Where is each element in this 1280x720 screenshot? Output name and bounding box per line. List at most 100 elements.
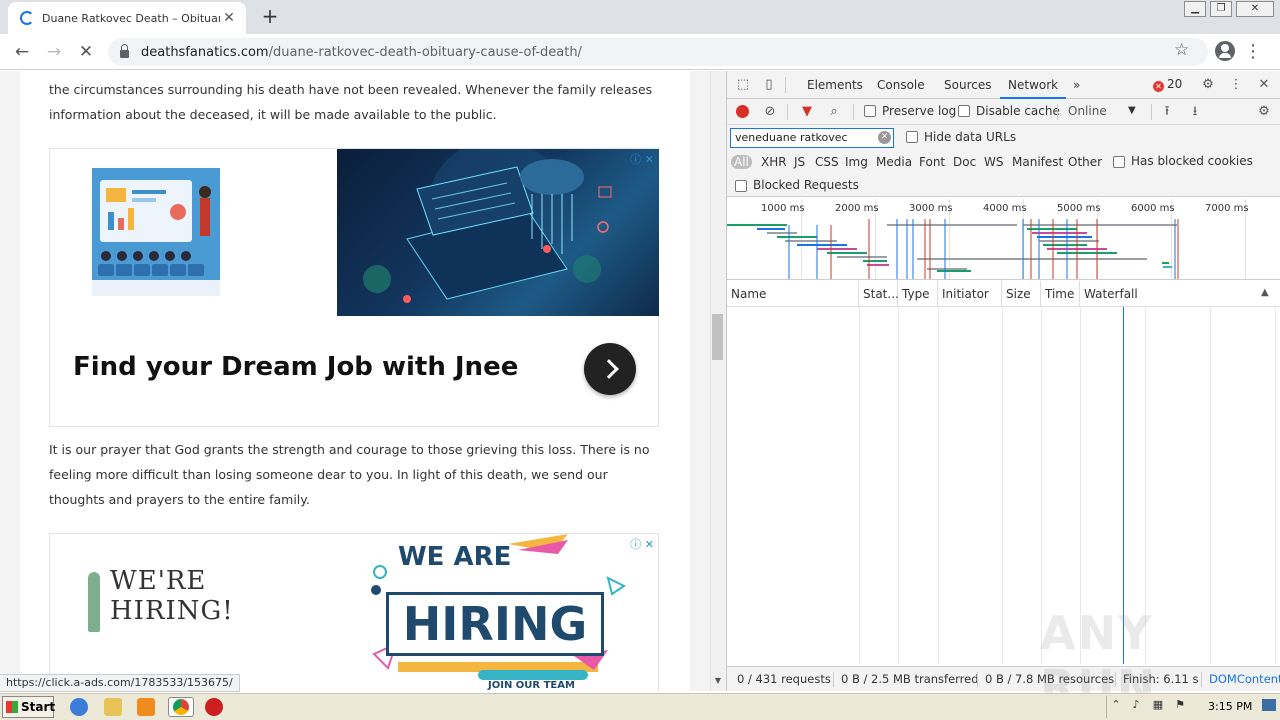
network-icon[interactable]: ▦	[1152, 699, 1164, 711]
filter-type-js[interactable]: JS	[794, 155, 805, 169]
transferred-size: 0 B / 2.5 MB transferred	[841, 672, 979, 686]
show-desktop-icon[interactable]	[1262, 699, 1276, 711]
network-settings-gear-icon[interactable]: ⚙	[1256, 104, 1272, 120]
job-ad-banner[interactable]: ⓘ ✕ Find your Dream Job with Jnee	[49, 148, 659, 427]
opera-icon[interactable]	[205, 698, 223, 716]
internet-explorer-icon[interactable]	[70, 698, 88, 716]
request-bars-graphic	[727, 219, 1179, 279]
throttle-dropdown-icon[interactable]: ▼	[1128, 105, 1136, 116]
more-tabs-chevron-icon[interactable]: »	[1065, 71, 1088, 99]
disable-cache-label: Disable cache	[976, 104, 1060, 118]
ad-next-arrow-button[interactable]	[584, 343, 636, 395]
adchoices-icon[interactable]: ⓘ ✕	[630, 151, 654, 167]
back-button[interactable]: ←	[10, 40, 34, 64]
tab-sources[interactable]: Sources	[936, 71, 999, 99]
restore-button[interactable]: ❐	[1210, 1, 1232, 17]
column-header-waterfall[interactable]: Waterfall	[1080, 281, 1280, 307]
tab-title: Duane Ratkovec Death – Obituary, C	[42, 11, 220, 25]
forward-button[interactable]: →	[42, 40, 66, 64]
filter-type-doc[interactable]: Doc	[953, 155, 976, 169]
browser-menu-icon[interactable]: ⋮	[1244, 40, 1262, 64]
filter-type-manifest[interactable]: Manifest	[1012, 155, 1063, 169]
throttle-select[interactable]: Online	[1068, 104, 1107, 118]
taskbar-clock[interactable]: 3:15 PM	[1208, 700, 1252, 713]
page-scrollbar[interactable]	[710, 71, 726, 691]
browser-tab[interactable]: Duane Ratkovec Death – Obituary, C ✕	[8, 2, 246, 34]
windows-taskbar: Start ⌃ ♪ ▦ ⚑ 3:15 PM	[0, 693, 1280, 720]
sort-ascending-icon[interactable]: ▲	[1261, 287, 1269, 298]
network-overview-timeline[interactable]: 1000 ms 2000 ms 3000 ms 4000 ms 5000 ms …	[727, 199, 1280, 280]
join-our-team-text: JOIN OUR TEAM	[488, 680, 575, 691]
tab-strip: Duane Ratkovec Death – Obituary, C ✕ + ▁…	[0, 0, 1280, 34]
inspect-element-icon[interactable]: ⬚	[735, 77, 751, 93]
filter-type-other[interactable]: Other	[1068, 155, 1102, 169]
page-scrollbar-thumb[interactable]	[712, 314, 723, 360]
chrome-icon	[173, 699, 189, 715]
link-status-bubble: https://click.a-ads.com/1783533/153675/	[0, 674, 240, 692]
tab-close-icon[interactable]: ✕	[220, 10, 238, 26]
has-blocked-cookies-checkbox[interactable]	[1113, 156, 1125, 168]
search-icon[interactable]: ⌕	[826, 104, 842, 120]
adchoices-icon[interactable]: ⓘ ✕	[630, 536, 654, 552]
volume-icon[interactable]: ♪	[1130, 699, 1142, 711]
export-har-icon[interactable]: ⭳	[1187, 104, 1203, 120]
import-har-icon[interactable]: ⭱	[1159, 104, 1175, 120]
media-player-icon[interactable]	[137, 698, 155, 716]
column-header-time[interactable]: Time	[1041, 281, 1080, 307]
tab-console[interactable]: Console	[869, 71, 933, 99]
device-toolbar-icon[interactable]: ▯	[761, 77, 777, 93]
settings-gear-icon[interactable]: ⚙	[1200, 77, 1216, 93]
new-tab-button[interactable]: +	[258, 5, 282, 29]
filter-type-media[interactable]: Media	[876, 155, 912, 169]
were-text: WE'RE	[110, 566, 207, 596]
chrome-taskbar-button[interactable]	[168, 697, 194, 717]
filter-type-all[interactable]: All	[731, 155, 752, 169]
filter-funnel-icon[interactable]: ▼	[799, 104, 815, 120]
divider	[977, 672, 978, 687]
disable-cache-checkbox[interactable]	[958, 105, 970, 117]
devtools-close-icon[interactable]: ✕	[1256, 77, 1272, 93]
minimize-button[interactable]: ▁	[1184, 1, 1206, 17]
blocked-requests-checkbox[interactable]	[735, 180, 747, 192]
we-are-hiring-graphic: WE ARE HIRING JOIN OUR TEAM	[368, 534, 630, 691]
filter-type-css[interactable]: CSS	[815, 155, 839, 169]
requests-count: 0 / 431 requests	[737, 672, 831, 686]
filter-type-font[interactable]: Font	[919, 155, 945, 169]
article-paragraph: the circumstances surrounding his death …	[49, 82, 653, 122]
window-close-button[interactable]: ✕	[1236, 1, 1274, 17]
column-header-name[interactable]: Name	[727, 281, 859, 307]
record-button[interactable]	[736, 105, 749, 118]
article-paragraph: It is our prayer that God grants the str…	[49, 442, 650, 507]
stop-loading-button[interactable]: ✕	[74, 40, 98, 64]
tab-network[interactable]: Network	[1000, 71, 1067, 99]
column-header-initiator[interactable]: Initiator	[938, 281, 1002, 307]
web-page: the circumstances surrounding his death …	[0, 71, 710, 691]
clear-filter-icon[interactable]: ✕	[878, 131, 891, 144]
column-divider	[938, 307, 939, 664]
hide-data-urls-checkbox[interactable]	[906, 131, 918, 143]
filter-type-xhr[interactable]: XHR	[761, 155, 787, 169]
hiring-ad-banner[interactable]: ⓘ ✕ WE'RE HIRING! WE ARE HIRING JOIN OUR…	[49, 533, 659, 691]
file-explorer-icon[interactable]	[104, 698, 122, 716]
scroll-down-arrow-icon[interactable]: ▼	[711, 676, 725, 688]
start-button[interactable]: Start	[2, 696, 55, 718]
ad-headline[interactable]: Find your Dream Job with Jnee	[73, 352, 518, 382]
filter-type-ws[interactable]: WS	[984, 155, 1003, 169]
filter-input[interactable]: veneduane ratkovec	[730, 128, 894, 148]
tray-expand-icon[interactable]: ⌃	[1110, 699, 1122, 711]
devtools-menu-icon[interactable]: ⋮	[1228, 77, 1244, 93]
action-center-flag-icon[interactable]: ⚑	[1174, 699, 1186, 711]
tab-elements[interactable]: Elements	[799, 71, 871, 99]
clear-icon[interactable]: ⊘	[762, 104, 778, 120]
column-header-type[interactable]: Type	[898, 281, 938, 307]
bookmark-star-icon[interactable]: ☆	[1174, 40, 1189, 60]
address-bar[interactable]: deathsfanatics.com/duane-ratkovec-death-…	[108, 38, 1208, 66]
devtools-panel: ⬚ ▯ Elements Console Sources Network » ✕…	[726, 71, 1280, 691]
preserve-log-checkbox[interactable]	[864, 105, 876, 117]
error-count-badge[interactable]: ✕ 20	[1153, 77, 1182, 92]
account-avatar-icon[interactable]	[1215, 41, 1235, 61]
column-header-size[interactable]: Size	[1002, 281, 1041, 307]
filter-type-img[interactable]: Img	[845, 155, 868, 169]
divider	[785, 77, 786, 93]
column-header-status[interactable]: Stat...	[859, 281, 899, 307]
